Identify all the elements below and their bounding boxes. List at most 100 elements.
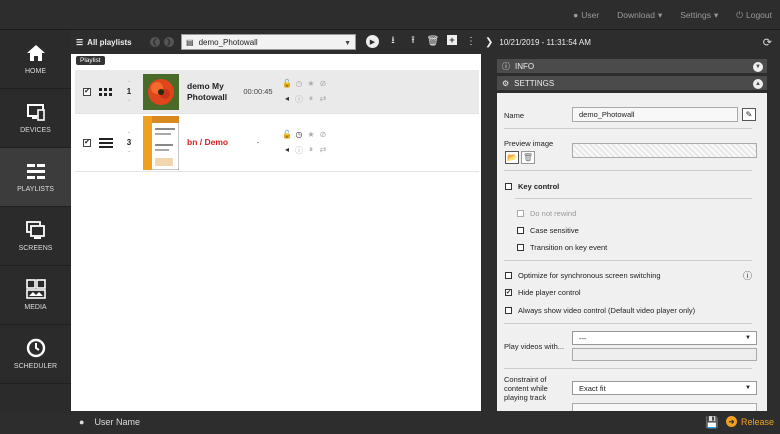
- playlist-name: demo My Photowall: [187, 80, 228, 102]
- thumbnail: [143, 115, 179, 170]
- play-icon[interactable]: ▶: [366, 35, 379, 48]
- constraint-value: Exact fit: [579, 383, 606, 393]
- hide-player-control-checkbox[interactable]: ✔ Hide player control: [505, 288, 581, 297]
- sidebar-item-devices[interactable]: DEVICES: [0, 89, 71, 148]
- sidebar-item-scheduler[interactable]: SCHEDULER: [0, 325, 71, 384]
- media-icon: [25, 279, 46, 299]
- clock-icon[interactable]: ◷: [293, 130, 305, 139]
- volume-icon[interactable]: ◂: [281, 145, 293, 156]
- transition-on-key-label: Transition on key event: [530, 243, 608, 252]
- name-field[interactable]: demo_Photowall: [572, 107, 738, 122]
- back-arrow-icon[interactable]: ❮: [149, 37, 160, 47]
- info-title: INFO: [515, 61, 535, 71]
- preview-image-field[interactable]: [572, 143, 757, 158]
- playlist-duration: 00:00:45: [243, 87, 273, 96]
- release-button[interactable]: ➜ Release: [726, 416, 774, 427]
- trash-icon[interactable]: 🗑: [521, 151, 535, 164]
- add-icon[interactable]: +: [447, 35, 457, 45]
- info-icon[interactable]: ⓘ: [743, 269, 752, 282]
- clock-icon: [26, 338, 45, 358]
- play-videos-extra-field[interactable]: [572, 348, 757, 361]
- sidebar-item-label: DEVICES: [20, 127, 51, 134]
- sidebar-item-home[interactable]: HOME: [0, 30, 71, 89]
- shuffle-icon[interactable]: ⇄: [317, 94, 329, 105]
- info-icon[interactable]: ⓘ: [293, 145, 305, 156]
- more-icon[interactable]: ⋮: [465, 35, 477, 47]
- chevron-down-icon[interactable]: ⌄: [126, 147, 131, 155]
- star-icon[interactable]: ★: [305, 130, 317, 139]
- list-icon: [99, 137, 113, 148]
- chevron-down-icon[interactable]: ⌄: [126, 96, 131, 104]
- order-stepper[interactable]: ⌃ 3 ⌄: [123, 131, 135, 155]
- case-sensitive-checkbox[interactable]: Case sensitive: [517, 226, 579, 235]
- upload-icon[interactable]: ⭱: [407, 35, 419, 47]
- ban-icon[interactable]: ⊘: [317, 79, 329, 88]
- user-menu[interactable]: ● User: [573, 10, 599, 20]
- transition-on-key-checkbox[interactable]: Transition on key event: [517, 243, 607, 252]
- sidebar-item-label: PLAYLISTS: [17, 186, 54, 193]
- next-field[interactable]: [572, 403, 757, 411]
- logout-link[interactable]: ⏻ Logout: [736, 10, 772, 21]
- info-section-header[interactable]: ⓘ INFO ▼: [497, 59, 767, 76]
- play-videos-value: ---: [579, 333, 587, 343]
- playlist-row[interactable]: ✔ ⌃ 1 ⌄ demo My Photowall 00:00:45 🔓 ◷ ★…: [75, 70, 479, 114]
- sidebar-item-screens[interactable]: SCREENS: [0, 207, 71, 266]
- chevron-right-icon[interactable]: ❯: [485, 37, 493, 48]
- sidebar-item-playlists[interactable]: PLAYLISTS: [0, 148, 71, 207]
- sidebar: HOME DEVICES PLAYLISTS SCREENS MEDIA SCH…: [0, 30, 71, 411]
- do-not-rewind-checkbox[interactable]: Do not rewind: [517, 209, 576, 218]
- user-label: User: [581, 10, 600, 20]
- playlist-select[interactable]: ▤ demo_Photowall ▼: [181, 34, 356, 50]
- settings-menu[interactable]: Settings ▾: [680, 10, 718, 21]
- constraint-select[interactable]: Exact fit ▼: [572, 381, 757, 395]
- settings-section-header[interactable]: ⚙ SETTINGS ▲: [497, 76, 767, 93]
- row-checkbox[interactable]: ✔: [83, 138, 91, 147]
- forward-arrow-icon[interactable]: ❯: [163, 37, 174, 47]
- shuffle-icon[interactable]: ⇄: [317, 145, 329, 156]
- playlist-select-value: demo_Photowall: [198, 37, 258, 47]
- pause-icon[interactable]: ⏸: [305, 94, 317, 105]
- properties-body: ⓘ INFO ▼ ⚙ SETTINGS ▲ Name demo_Photowal…: [497, 59, 767, 411]
- clock-icon[interactable]: ◷: [293, 79, 305, 88]
- row-checkbox[interactable]: ✔: [83, 87, 91, 96]
- always-show-video-checkbox[interactable]: Always show video control (Default video…: [505, 306, 695, 315]
- row-index: 1: [126, 86, 132, 96]
- refresh-icon[interactable]: ⟳: [763, 36, 772, 49]
- chevron-down-icon: ▼: [745, 385, 751, 391]
- download-icon[interactable]: ⭳: [387, 35, 399, 47]
- save-icon[interactable]: 💾: [705, 416, 719, 429]
- preview-image-label: Preview image: [504, 139, 554, 148]
- ban-icon[interactable]: ⊘: [317, 130, 329, 139]
- playlist-row[interactable]: ✔ ⌃ 3 ⌄ bn / Demo - 🔓 ◷ ★ ⊘ ◂ ⓘ ⏸ ⇄: [75, 114, 479, 172]
- footer-bar: ● User Name 💾 ➜ Release: [71, 411, 780, 434]
- caret-down-icon: ▾: [713, 9, 719, 20]
- sidebar-item-media[interactable]: MEDIA: [0, 266, 71, 325]
- lock-icon[interactable]: 🔓: [281, 79, 293, 88]
- chevron-down-icon: ▼: [344, 40, 351, 47]
- star-icon[interactable]: ★: [305, 79, 317, 88]
- do-not-rewind-label: Do not rewind: [530, 209, 577, 218]
- list-icon: ☰: [76, 37, 84, 47]
- chevron-up-icon[interactable]: ▲: [753, 79, 763, 89]
- playlist-toolbar: ☰ All playlists ❮ ❯ ▤ demo_Photowall ▼ ▶…: [71, 30, 481, 54]
- order-stepper[interactable]: ⌃ 1 ⌄: [123, 80, 135, 104]
- optimize-sync-checkbox[interactable]: Optimize for synchronous screen switchin…: [505, 271, 661, 280]
- chevron-down-icon[interactable]: ▼: [753, 62, 763, 72]
- volume-icon[interactable]: ◂: [281, 94, 293, 105]
- settings-label: Settings: [680, 10, 711, 20]
- key-control-checkbox[interactable]: Key control: [505, 182, 559, 191]
- properties-panel: ❯ 10/21/2019 - 11:31:54 AM ⟳ ⓘ INFO ▼ ⚙ …: [481, 30, 780, 411]
- sidebar-item-label: MEDIA: [24, 304, 47, 311]
- all-playlists-button[interactable]: ☰ All playlists: [76, 38, 132, 47]
- hide-player-control-label: Hide player control: [518, 288, 581, 297]
- play-videos-select[interactable]: --- ▼: [572, 331, 757, 345]
- info-icon[interactable]: ⓘ: [293, 94, 305, 105]
- download-menu[interactable]: Download ▾: [617, 10, 662, 21]
- playlist-select-icon: ▤: [186, 37, 194, 47]
- pause-icon[interactable]: ⏸: [305, 145, 317, 156]
- trash-icon[interactable]: 🗑: [427, 35, 440, 47]
- home-icon: [26, 45, 45, 61]
- folder-open-icon[interactable]: 📂: [505, 151, 519, 164]
- lock-icon[interactable]: 🔓: [281, 130, 293, 139]
- edit-icon[interactable]: ✎: [742, 108, 756, 121]
